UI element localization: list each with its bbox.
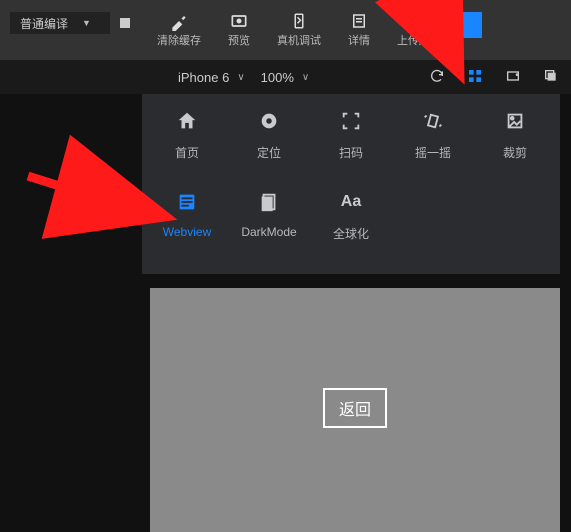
active-app-indicator[interactable]	[456, 12, 482, 38]
scan-icon	[338, 108, 364, 134]
compile-mode-dropdown[interactable]: 普通编译 ▼	[10, 12, 110, 34]
device-debug-button[interactable]: 真机调试	[272, 6, 326, 47]
home-icon	[174, 108, 200, 134]
chevron-down-icon: ▼	[82, 18, 91, 28]
preview-button[interactable]: 预览	[212, 6, 266, 47]
panel-item-home[interactable]: 首页	[146, 108, 228, 189]
simulator-toolbar: iPhone 6 ∨ 100% ∨	[0, 60, 571, 94]
panel-item-darkmode[interactable]: DarkMode	[228, 189, 310, 270]
panel-item-label: 摇一摇	[415, 144, 451, 161]
panel-item-scan[interactable]: 扫码	[310, 108, 392, 189]
screenshot-icon[interactable]	[505, 68, 521, 87]
panel-item-label: 扫码	[339, 144, 363, 161]
details-icon	[350, 10, 368, 32]
details-button[interactable]: 详情	[332, 6, 386, 47]
back-button-label: 返回	[339, 402, 371, 419]
panel-item-location[interactable]: 定位	[228, 108, 310, 189]
app-grid-icon[interactable]	[467, 68, 483, 87]
chevron-down-icon: ∨	[237, 72, 244, 83]
chevron-down-icon: ∨	[302, 72, 309, 83]
clear-cache-button[interactable]: 清除缓存	[152, 6, 206, 47]
compile-mode-label: 普通编译	[20, 15, 68, 32]
device-debug-label: 真机调试	[277, 36, 321, 47]
reload-icon[interactable]	[429, 68, 445, 87]
phone-debug-icon	[290, 10, 308, 32]
panel-item-crop[interactable]: 裁剪	[474, 108, 556, 189]
panel-item-label: 首页	[175, 144, 199, 161]
cloud-upload-icon	[408, 10, 430, 32]
panel-item-label: Webview	[163, 225, 211, 239]
panel-item-label: 全球化	[333, 225, 369, 242]
panel-item-label: DarkMode	[241, 225, 296, 239]
top-toolbar: 普通编译 ▼ 清除缓存 预览 真机调试 详情 上传版本	[0, 0, 571, 60]
zoom-value: 100%	[261, 70, 294, 85]
panel-item-label: 裁剪	[503, 144, 527, 161]
windows-icon[interactable]	[543, 68, 559, 87]
clear-cache-label: 清除缓存	[157, 36, 201, 47]
globe-text-icon: Aa	[338, 189, 364, 215]
device-name: iPhone 6	[178, 70, 229, 85]
darkmode-icon	[256, 189, 282, 215]
panel-item-label: 定位	[257, 144, 281, 161]
webview-icon	[174, 189, 200, 215]
features-panel: 首页 定位 扫码 摇一摇 裁剪 Webview DarkMode	[142, 94, 560, 274]
simulator-viewport: 返回	[150, 288, 560, 532]
eye-icon	[229, 10, 249, 32]
location-icon	[256, 108, 282, 134]
panel-item-webview[interactable]: Webview	[146, 189, 228, 270]
back-button[interactable]: 返回	[323, 388, 387, 428]
preview-label: 预览	[228, 36, 250, 47]
details-label: 详情	[348, 36, 370, 47]
upload-button[interactable]: 上传版本	[392, 6, 446, 47]
brush-icon	[169, 10, 189, 32]
crop-icon	[502, 108, 528, 134]
upload-label: 上传版本	[397, 36, 441, 47]
zoom-selector[interactable]: 100% ∨	[261, 70, 310, 85]
shake-icon	[420, 108, 446, 134]
panel-item-shake[interactable]: 摇一摇	[392, 108, 474, 189]
device-selector[interactable]: iPhone 6 ∨	[178, 70, 245, 85]
panel-item-i18n[interactable]: Aa 全球化	[310, 189, 392, 270]
stop-icon[interactable]	[120, 18, 130, 28]
